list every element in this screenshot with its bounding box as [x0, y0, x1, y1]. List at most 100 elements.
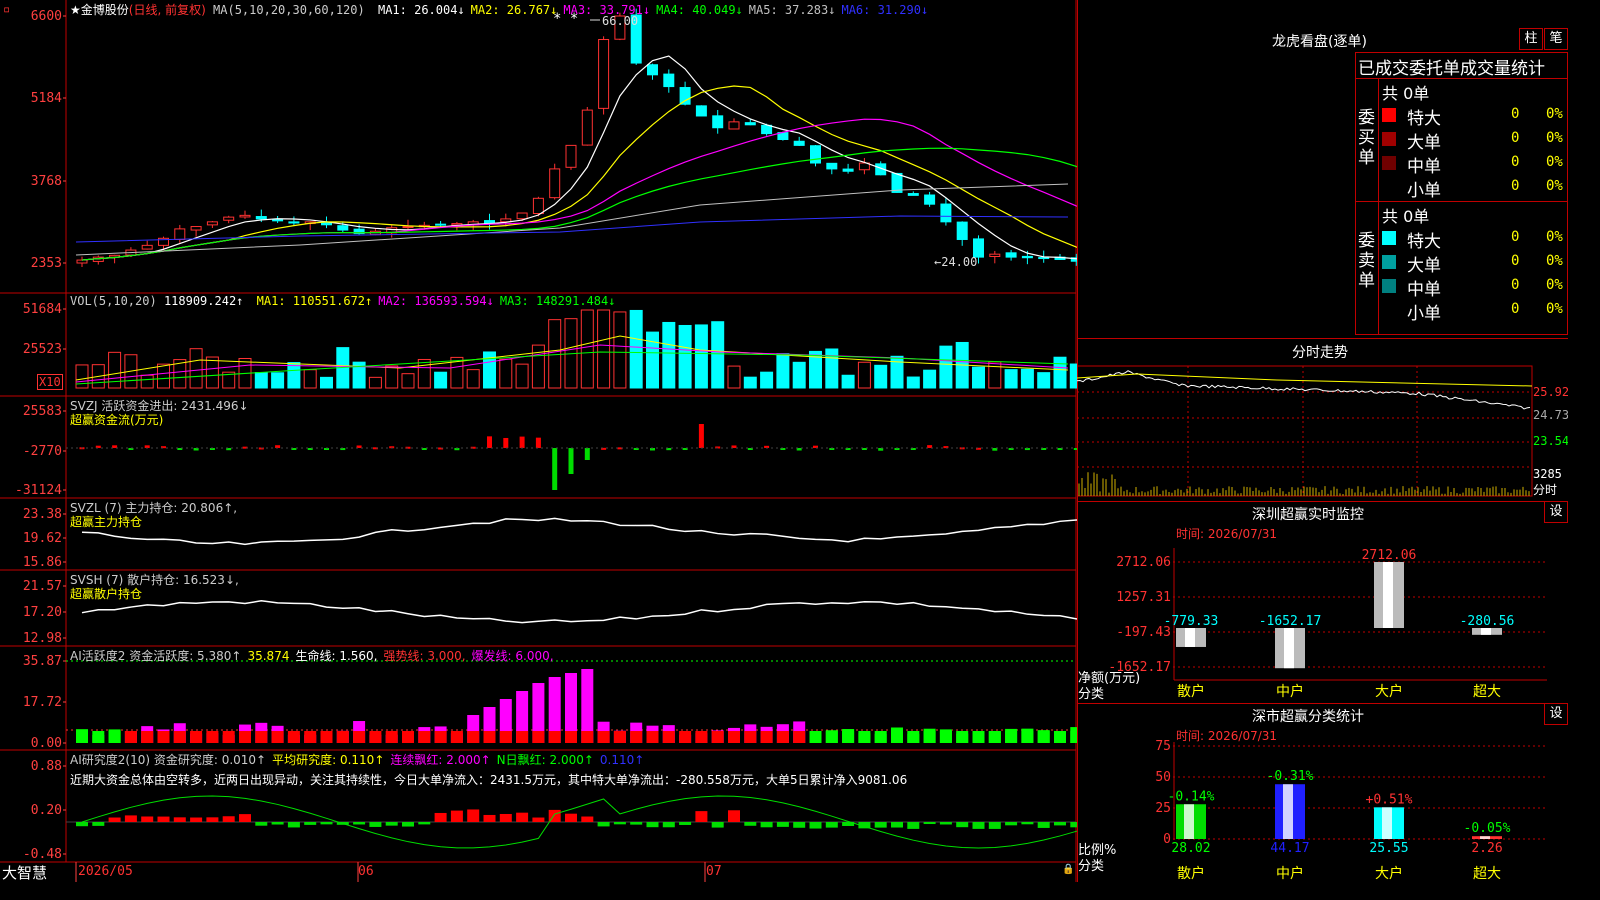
buy-row-value-3: 0 — [1511, 178, 1520, 194]
legend-value-1: 生命线: 1.560, — [295, 649, 378, 663]
candle-down — [679, 87, 691, 105]
research-bar — [434, 812, 447, 822]
intraday-title: 分时走势 — [1292, 345, 1348, 361]
intraday-tick: 23.54 — [1533, 434, 1568, 448]
volume-bar — [1037, 372, 1051, 389]
volume-bar — [662, 321, 676, 389]
svzj-tick: -2770 — [23, 444, 62, 459]
volume-bar — [857, 361, 871, 389]
buy-row-pct-3: 0% — [1546, 178, 1563, 194]
buy-row-value-1: 0 — [1511, 130, 1520, 146]
research-bar — [141, 816, 154, 822]
ai-tick: 0.00 — [31, 736, 62, 751]
volume-bar — [711, 321, 725, 389]
lock-icon[interactable]: 🔒 — [1062, 864, 1074, 875]
monitor-y-tick: 2712.06 — [1116, 555, 1171, 570]
candle-down — [695, 105, 707, 117]
research-bar — [206, 817, 219, 822]
candle-down — [956, 221, 968, 240]
fund-flow-bar — [519, 436, 525, 448]
stats-value-3: 2.26 — [1471, 841, 1502, 856]
ai-extra-values: 35.874 生命线: 1.560, 强势线: 3.000, 爆发线: 6.000, — [241, 649, 553, 663]
bar-mode-button[interactable]: 柱 — [1519, 28, 1543, 50]
svsh-tick: 12.98 — [23, 631, 62, 646]
research-bar — [255, 822, 268, 826]
stats-bar-highlight-3 — [1480, 836, 1490, 839]
stats-cat-2: 大户 — [1375, 865, 1403, 882]
sell-swatch-3 — [1382, 303, 1396, 317]
activity-base-bar — [728, 731, 740, 743]
research-bar — [972, 822, 985, 829]
legend-value-4: MA5: 37.283↓ — [748, 3, 836, 17]
activity-base-bar — [858, 731, 871, 743]
sell-swatch-1 — [1382, 255, 1396, 269]
candle-up — [206, 221, 218, 226]
activity-base-bar — [988, 731, 1001, 743]
price-tick: 6600 — [31, 9, 62, 24]
activity-base-bar — [499, 731, 512, 743]
research-bar — [1037, 822, 1050, 828]
monitor-y-tick: 1257.31 — [1116, 590, 1171, 605]
activity-base-bar — [173, 731, 186, 743]
volume-bar — [743, 376, 757, 389]
legend-value-2: MA3: 148291.484↓ — [499, 294, 616, 308]
legend-value-2: N日飘红: 2.000↑ — [496, 753, 594, 767]
favorite-star-icon[interactable]: ★ — [70, 3, 81, 17]
sell-row-pct-1: 0% — [1546, 253, 1563, 269]
activity-base-bar — [402, 731, 414, 743]
buy-row-pct-2: 0% — [1546, 154, 1563, 170]
research-bar — [581, 816, 594, 822]
sz-monitor-settings-button[interactable]: 设 — [1544, 501, 1568, 523]
activity-base-bar — [907, 731, 920, 743]
candle-down — [484, 220, 495, 224]
activity-base-bar — [793, 731, 806, 743]
legend-value-1: 连续飘红: 2.000↑ — [390, 753, 491, 767]
volume-bar — [825, 348, 839, 389]
research-bar — [793, 822, 806, 828]
volume-bar — [727, 365, 741, 389]
activity-base-bar — [239, 731, 251, 743]
buy-row-label-0: 特大 — [1407, 109, 1441, 129]
volume-bar — [499, 358, 513, 389]
volume-bar — [75, 364, 89, 389]
ai2-tick: 0.20 — [31, 803, 62, 818]
research-bar — [744, 822, 757, 826]
kline-chart-area[interactable]: 6600 5184 3768 2353 51684 25523 25583 -2770 -311… — [0, 0, 1077, 882]
intraday-chart[interactable]: 25.92 24.73 23.54 3285 分时 — [1077, 362, 1568, 500]
research-bar — [1070, 822, 1077, 828]
research-bar — [304, 822, 317, 825]
candle-down — [712, 115, 724, 129]
volume-bar — [1020, 368, 1034, 389]
volume-bar — [1053, 356, 1067, 389]
volume-bar — [1004, 369, 1018, 389]
sz-stats-title: 深市超赢分类统计 — [1252, 709, 1364, 725]
intraday-tick: 24.73 — [1533, 408, 1568, 422]
period-label[interactable]: (日线, 前复权) — [129, 3, 206, 17]
candle-up — [532, 197, 544, 215]
sell-swatch-2 — [1382, 279, 1396, 293]
ai-tick: 35.87 — [23, 654, 62, 669]
research-bar — [939, 822, 952, 825]
candle-down — [1038, 257, 1050, 260]
legend-value-3: 爆发线: 6.000, — [471, 649, 554, 663]
tick-mode-button[interactable]: 笔 — [1544, 28, 1568, 50]
divider — [1077, 501, 1568, 502]
research-bar — [516, 812, 529, 822]
research-bar — [532, 817, 545, 822]
sz-monitor-title: 深圳超赢实时监控 — [1252, 507, 1364, 523]
stats-bar-highlight-1 — [1283, 784, 1293, 839]
stats-y-tick: 75 — [1155, 740, 1171, 754]
research-bar — [385, 822, 398, 826]
volume-bar — [923, 369, 937, 389]
research-bar — [418, 822, 431, 825]
sell-side-label: 委卖单 — [1358, 231, 1375, 291]
research-bar — [1005, 822, 1018, 826]
candle-down — [255, 216, 267, 220]
candle-down — [793, 140, 805, 146]
activity-base-bar — [972, 731, 985, 743]
activity-base-bar — [646, 731, 659, 743]
intraday-frame — [1077, 365, 1533, 497]
monitor-bar-highlight-2 — [1383, 562, 1393, 628]
panel-toggle-icon[interactable]: ▫ — [3, 2, 10, 16]
sz-stats-settings-button[interactable]: 设 — [1544, 703, 1568, 725]
